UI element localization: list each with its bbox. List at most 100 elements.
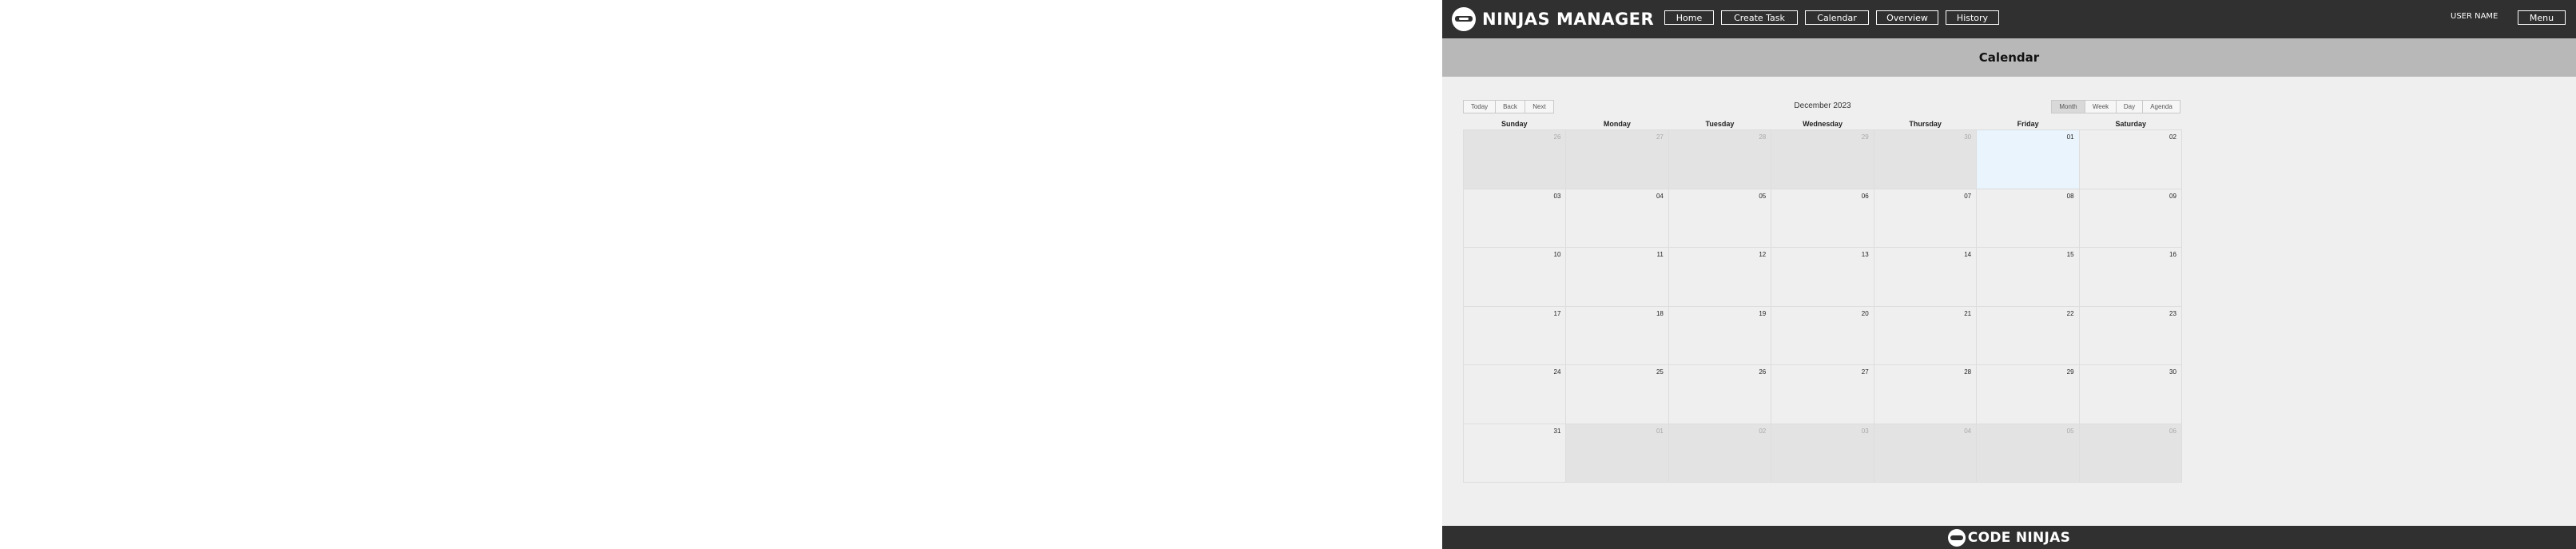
calendar-day-cell[interactable]: 29 — [1771, 130, 1874, 189]
day-number[interactable]: 06 — [2169, 428, 2176, 435]
calendar-day-cell[interactable]: 12 — [1668, 248, 1772, 306]
day-number[interactable]: 04 — [1964, 428, 1971, 435]
month-calendar: Sunday Monday Tuesday Wednesday Thursday Frid… — [1463, 117, 2182, 483]
day-number[interactable]: 26 — [1554, 133, 1561, 141]
day-number[interactable]: 05 — [1759, 193, 1766, 200]
day-number[interactable]: 26 — [1759, 368, 1766, 376]
day-number[interactable]: 02 — [1759, 428, 1766, 435]
calendar-day-cell[interactable]: 01 — [1566, 424, 1669, 482]
calendar-day-cell[interactable]: 06 — [1771, 189, 1874, 247]
calendar-day-cell[interactable]: 31 — [1464, 424, 1567, 482]
calendar-day-cell[interactable]: 26 — [1464, 130, 1567, 189]
calendar-day-cell[interactable]: 30 — [2079, 365, 2182, 424]
day-number[interactable]: 23 — [2169, 310, 2176, 317]
menu-button[interactable]: Menu — [2518, 10, 2566, 25]
calendar-day-cell[interactable]: 16 — [2079, 248, 2182, 306]
day-number[interactable]: 11 — [1657, 251, 1664, 258]
brand[interactable]: NINJAS MANAGER — [1452, 6, 1654, 32]
today-button[interactable]: Today — [1463, 100, 1496, 113]
calendar-day-cell[interactable]: 28 — [1874, 365, 1978, 424]
day-number[interactable]: 03 — [1862, 428, 1869, 435]
day-number[interactable]: 03 — [1554, 193, 1561, 200]
calendar-day-cell[interactable]: 20 — [1771, 306, 1874, 364]
calendar-day-cell[interactable]: 07 — [1874, 189, 1978, 247]
day-number[interactable]: 27 — [1656, 133, 1664, 141]
calendar-day-cell[interactable]: 15 — [1977, 248, 2080, 306]
day-number[interactable]: 30 — [2169, 368, 2176, 376]
day-number[interactable]: 01 — [1656, 428, 1664, 435]
calendar-day-cell[interactable]: 02 — [1668, 424, 1772, 482]
day-number[interactable]: 22 — [2067, 310, 2074, 317]
day-number[interactable]: 07 — [1964, 193, 1971, 200]
day-number[interactable]: 09 — [2169, 193, 2176, 200]
day-number[interactable]: 25 — [1656, 368, 1664, 376]
calendar-day-cell[interactable]: 06 — [2079, 424, 2182, 482]
calendar-day-cell[interactable]: 04 — [1874, 424, 1978, 482]
calendar-day-cell[interactable]: 19 — [1668, 306, 1772, 364]
calendar-day-cell[interactable]: 14 — [1874, 248, 1978, 306]
day-number[interactable]: 10 — [1554, 251, 1561, 258]
day-number[interactable]: 08 — [2067, 193, 2074, 200]
calendar-day-cell[interactable]: 23 — [2079, 306, 2182, 364]
calendar-day-cell[interactable]: 30 — [1874, 130, 1978, 189]
day-number[interactable]: 15 — [2067, 251, 2074, 258]
calendar-day-cell[interactable]: 29 — [1977, 365, 2080, 424]
day-number[interactable]: 02 — [2169, 133, 2176, 141]
calendar-day-cell[interactable]: 13 — [1771, 248, 1874, 306]
calendar-day-cell[interactable]: 24 — [1464, 365, 1567, 424]
day-number[interactable]: 17 — [1554, 310, 1561, 317]
day-number[interactable]: 01 — [2067, 133, 2074, 141]
nav-overview-button[interactable]: Overview — [1876, 10, 1938, 25]
day-number[interactable]: 05 — [2067, 428, 2074, 435]
day-number[interactable]: 13 — [1862, 251, 1869, 258]
agenda-view-button[interactable]: Agenda — [2142, 100, 2180, 113]
calendar-day-cell[interactable]: 21 — [1874, 306, 1978, 364]
calendar-day-cell[interactable]: 09 — [2079, 189, 2182, 247]
calendar-day-cell[interactable]: 28 — [1668, 130, 1772, 189]
calendar-day-cell[interactable]: 08 — [1977, 189, 2080, 247]
nav-create-task-button[interactable]: Create Task — [1721, 10, 1798, 25]
calendar-day-cell[interactable]: 03 — [1464, 189, 1567, 247]
day-number[interactable]: 19 — [1759, 310, 1766, 317]
calendar-day-cell[interactable]: 04 — [1566, 189, 1669, 247]
calendar-day-cell[interactable]: 26 — [1668, 365, 1772, 424]
calendar-day-cell[interactable]: 03 — [1771, 424, 1874, 482]
nav-home-button[interactable]: Home — [1664, 10, 1714, 25]
day-number[interactable]: 04 — [1656, 193, 1664, 200]
day-number[interactable]: 30 — [1964, 133, 1971, 141]
day-number[interactable]: 18 — [1656, 310, 1664, 317]
day-number[interactable]: 28 — [1759, 133, 1766, 141]
calendar-day-cell[interactable]: 25 — [1566, 365, 1669, 424]
weekday-header: Sunday — [1501, 120, 1528, 128]
day-number[interactable]: 27 — [1862, 368, 1869, 376]
week-view-button[interactable]: Week — [2085, 100, 2117, 113]
back-button[interactable]: Back — [1495, 100, 1525, 113]
day-number[interactable]: 31 — [1554, 428, 1561, 435]
calendar-day-cell[interactable]: 27 — [1566, 130, 1669, 189]
calendar-day-cell[interactable]: 05 — [1977, 424, 2080, 482]
day-number[interactable]: 28 — [1964, 368, 1971, 376]
month-view-button[interactable]: Month — [2051, 100, 2085, 113]
calendar-day-cell[interactable]: 27 — [1771, 365, 1874, 424]
calendar-day-cell[interactable]: 22 — [1977, 306, 2080, 364]
day-number[interactable]: 12 — [1759, 251, 1766, 258]
day-number[interactable]: 29 — [2067, 368, 2074, 376]
day-number[interactable]: 24 — [1554, 368, 1561, 376]
day-number[interactable]: 14 — [1964, 251, 1971, 258]
day-number[interactable]: 21 — [1964, 310, 1971, 317]
calendar-day-cell-today[interactable]: 01 — [1977, 130, 2080, 189]
day-number[interactable]: 20 — [1862, 310, 1869, 317]
day-number[interactable]: 16 — [2169, 251, 2176, 258]
next-button[interactable]: Next — [1525, 100, 1554, 113]
calendar-day-cell[interactable]: 18 — [1566, 306, 1669, 364]
nav-calendar-button[interactable]: Calendar — [1805, 10, 1869, 25]
calendar-day-cell[interactable]: 17 — [1464, 306, 1567, 364]
day-view-button[interactable]: Day — [2116, 100, 2143, 113]
calendar-day-cell[interactable]: 02 — [2079, 130, 2182, 189]
nav-history-button[interactable]: History — [1946, 10, 1999, 25]
day-number[interactable]: 06 — [1862, 193, 1869, 200]
day-number[interactable]: 29 — [1862, 133, 1869, 141]
calendar-day-cell[interactable]: 11 — [1566, 248, 1669, 306]
calendar-day-cell[interactable]: 05 — [1668, 189, 1772, 247]
calendar-day-cell[interactable]: 10 — [1464, 248, 1567, 306]
